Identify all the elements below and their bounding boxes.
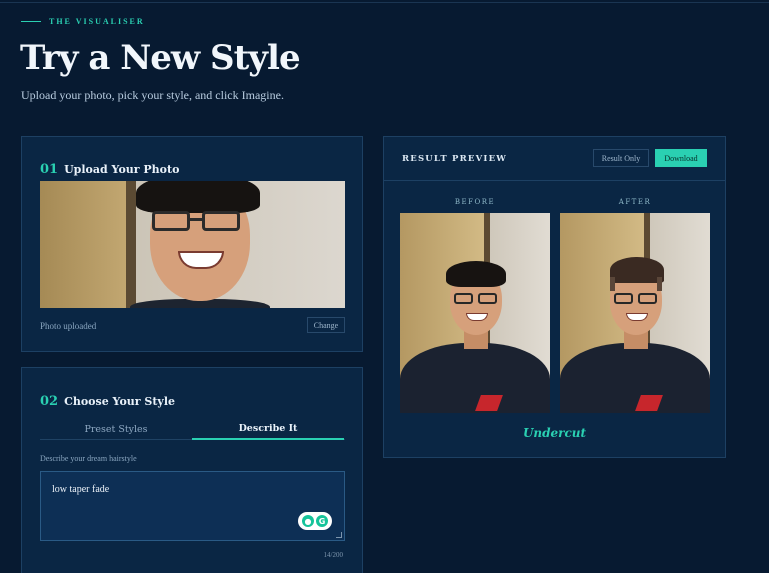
describe-label: Describe your dream hairstyle xyxy=(40,454,137,463)
eyebrow-text: THE VISUALISER xyxy=(49,17,145,26)
result-panel: RESULT PREVIEW Result Only Download BEFO… xyxy=(383,136,726,458)
grammarly-icon[interactable]: ● G xyxy=(298,512,332,530)
bulb-icon: ● xyxy=(302,515,314,527)
uploaded-photo[interactable] xyxy=(40,181,345,308)
eyebrow: THE VISUALISER xyxy=(21,17,145,26)
style-step-heading: 02 Choose Your Style xyxy=(40,390,175,409)
result-only-button[interactable]: Result Only xyxy=(593,149,649,167)
resize-handle-icon[interactable] xyxy=(336,532,342,538)
before-label: BEFORE xyxy=(454,198,496,206)
style-panel: 02 Choose Your Style Preset Styles Descri… xyxy=(21,367,363,573)
step-number: 02 xyxy=(40,394,59,409)
character-counter: 14/200 xyxy=(323,551,343,559)
result-header: RESULT PREVIEW Result Only Download xyxy=(384,137,725,181)
tab-preset-styles[interactable]: Preset Styles xyxy=(40,418,192,440)
g-icon: G xyxy=(316,515,328,527)
page-subtitle: Upload your photo, pick your style, and … xyxy=(21,88,284,102)
before-photo xyxy=(400,213,550,413)
style-name: Undercut xyxy=(522,426,587,440)
result-title: RESULT PREVIEW xyxy=(402,154,507,164)
top-divider xyxy=(0,2,769,3)
tab-describe-it[interactable]: Describe It xyxy=(192,418,344,440)
upload-step-heading: 01 Upload Your Photo xyxy=(40,158,179,177)
after-photo xyxy=(560,213,710,413)
upload-status: Photo uploaded xyxy=(40,321,97,331)
after-label: AFTER xyxy=(618,198,652,206)
upload-panel: 01 Upload Your Photo Photo uploaded Chang… xyxy=(21,136,363,352)
step-label: Upload Your Photo xyxy=(64,163,180,176)
download-button[interactable]: Download xyxy=(655,149,707,167)
step-number: 01 xyxy=(40,162,59,177)
eyebrow-rule xyxy=(21,21,41,22)
page-title: Try a New Style xyxy=(20,38,301,78)
step-label: Choose Your Style xyxy=(64,395,175,408)
style-tabs: Preset Styles Describe It xyxy=(40,418,345,440)
description-value[interactable]: low taper fade xyxy=(52,484,109,495)
hairstyle-description-input[interactable]: low taper fade ● G xyxy=(40,471,345,541)
change-photo-button[interactable]: Change xyxy=(307,317,345,333)
